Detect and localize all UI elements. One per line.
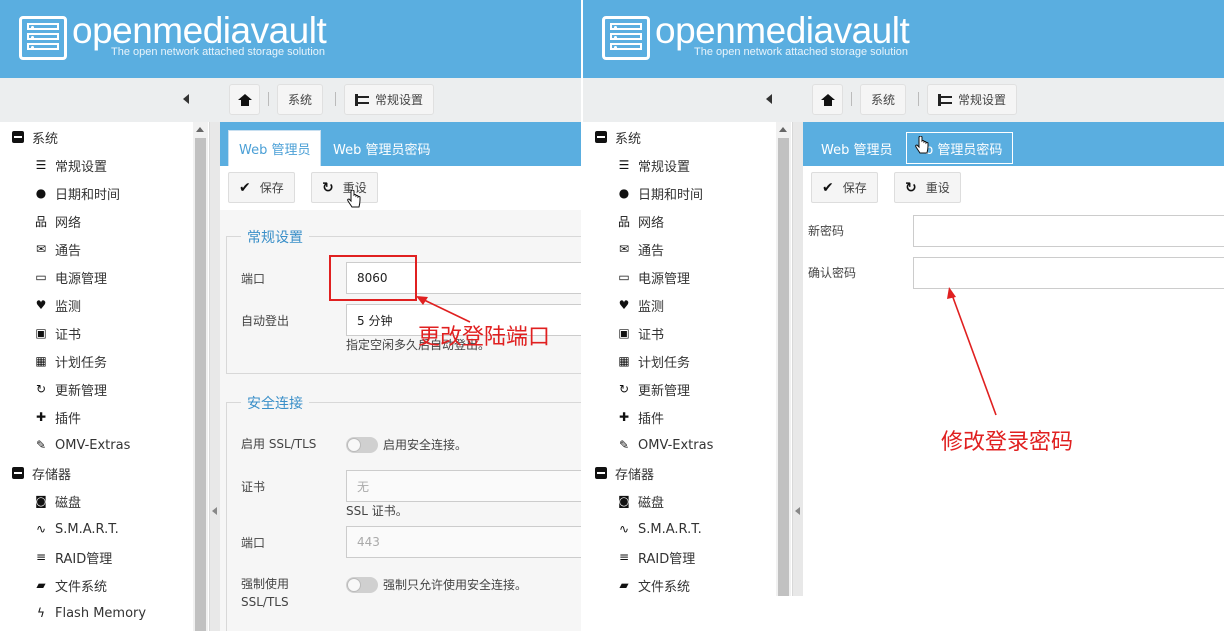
annotation-arrow-left bbox=[416, 296, 471, 323]
left-screenshot-panel: openmediavault The open network attached… bbox=[0, 0, 581, 631]
annotation-change-password: 修改登录密码 bbox=[941, 430, 1074, 455]
annotation-arrow-right bbox=[947, 287, 997, 416]
annotation-change-port: 更改登陆端口 bbox=[418, 325, 551, 350]
right-screenshot-panel: openmediavault The open network attached… bbox=[583, 0, 1224, 596]
